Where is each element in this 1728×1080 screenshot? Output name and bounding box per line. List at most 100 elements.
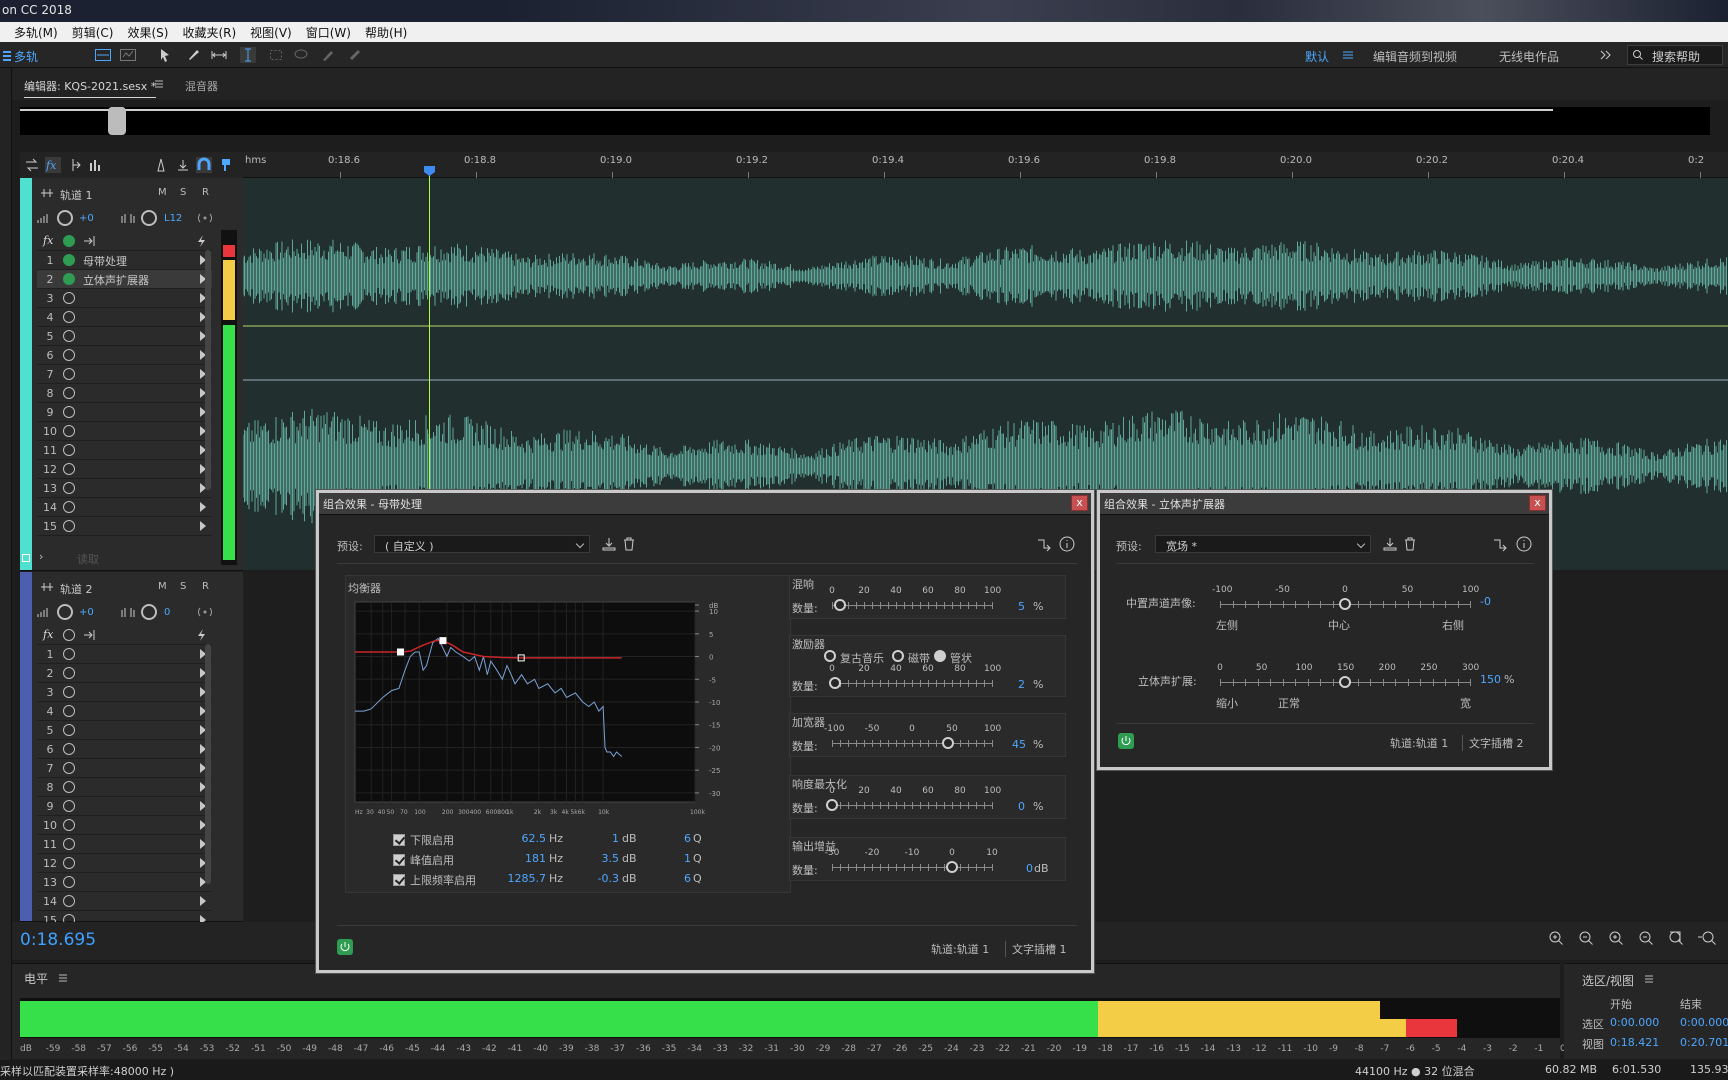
fx-slot-6[interactable]: 6 <box>37 740 212 759</box>
fx-slot-11[interactable]: 11 <box>37 835 212 854</box>
track-2-header[interactable]: 轨道 2 M S R +0 0 fx 1 2 3 4 5 6 7 8 9 10 11 12 13 14 15 <box>20 572 243 930</box>
fx-slot-5[interactable]: 5 <box>37 721 212 740</box>
exciter-mode-tube-radio[interactable] <box>934 650 946 662</box>
stereo-power-button[interactable] <box>1118 733 1134 749</box>
effects-rack-toggle-icon[interactable]: fx <box>45 157 61 173</box>
slider-knob[interactable] <box>1339 598 1351 610</box>
fx-slot-11[interactable]: 11 <box>37 441 212 460</box>
info-icon[interactable] <box>1059 536 1075 552</box>
eq-view-icon[interactable] <box>88 157 104 173</box>
fx-slot-4[interactable]: 4 <box>37 308 212 327</box>
fx-slot-8[interactable]: 8 <box>37 384 212 403</box>
save-preset-icon[interactable] <box>1382 536 1398 552</box>
reverb-value[interactable]: 5 <box>1018 600 1025 613</box>
menu-window[interactable]: 窗口(W) <box>300 24 359 41</box>
metronome-icon[interactable] <box>153 157 169 173</box>
view-start-value[interactable]: 0:18.421 <box>1610 1036 1659 1049</box>
track-1-header[interactable]: 轨道 1 M S R +0 L12 fx 1 母带处理 2 立体声扩展器 3 4 5 6 7 8 9… <box>20 178 243 571</box>
slider-knob[interactable] <box>946 861 958 873</box>
menu-effects[interactable]: 效果(S) <box>121 24 176 41</box>
lasso-tool-icon[interactable] <box>293 47 309 63</box>
fx-slot-menu-arrow-icon[interactable] <box>200 521 206 531</box>
snap-icon[interactable] <box>196 157 212 173</box>
slider-knob[interactable] <box>826 799 838 811</box>
fx-slot-9[interactable]: 9 <box>37 403 212 422</box>
fx-slot-7[interactable]: 7 <box>37 759 212 778</box>
slider-knob[interactable] <box>1339 676 1351 688</box>
workspace-radio-production[interactable]: 无线电作品 <box>1499 48 1559 65</box>
output-gain-slider[interactable]: -30 -20 -10 0 10 <box>825 848 998 874</box>
menu-help[interactable]: 帮助(H) <box>359 24 415 41</box>
center-pan-slider[interactable]: -100 -50 0 50 100 <box>1212 585 1479 611</box>
fx-slot-power-icon[interactable] <box>63 762 75 774</box>
fx-slot-power-icon[interactable] <box>63 819 75 831</box>
exciter-value[interactable]: 2 <box>1018 678 1025 691</box>
brush-tool-icon[interactable] <box>320 47 336 63</box>
track-1-pan-knob[interactable] <box>141 210 157 226</box>
zoom-full-icon[interactable] <box>1698 931 1716 945</box>
zoom-out-amplitude-icon[interactable] <box>1579 931 1593 945</box>
track-1-pan-value[interactable]: L12 <box>164 213 182 224</box>
band-enable-checkbox[interactable] <box>393 834 405 846</box>
output-gain-value[interactable]: 0 <box>1026 862 1033 875</box>
band-gain-value[interactable]: 1 <box>591 832 619 845</box>
fx-slot-power-icon[interactable] <box>63 463 75 475</box>
slider-knob[interactable] <box>834 599 846 611</box>
loudness-value[interactable]: 0 <box>1018 800 1025 813</box>
skip-selection-icon[interactable] <box>175 157 191 173</box>
fx-rack-power-icon[interactable] <box>63 235 75 247</box>
expand-arrow-icon[interactable]: › <box>39 550 43 563</box>
eq-band-handle[interactable] <box>439 637 447 645</box>
mastering-close-button[interactable]: x <box>1071 495 1088 511</box>
selection-view-menu-icon[interactable] <box>1644 974 1654 984</box>
stereo-expander-dialog[interactable]: 组合效果 - 立体声扩展器 x 预设: 宽场 * 中置声道声像: -100 -50… <box>1097 490 1552 770</box>
routing-icon[interactable] <box>1492 536 1508 552</box>
band-q-value[interactable]: 6 <box>681 832 691 845</box>
fx-slot-power-icon[interactable] <box>63 311 75 323</box>
healing-tool-icon[interactable] <box>347 47 363 63</box>
track-1-solo-button[interactable]: S <box>180 187 186 198</box>
fx-slot-power-icon[interactable] <box>63 857 75 869</box>
track-2-pan-knob[interactable] <box>141 604 157 620</box>
selection-end-value[interactable]: 0:00.000 <box>1680 1016 1728 1029</box>
stereo-width-value[interactable]: 150 <box>1480 673 1501 686</box>
fx-slot-13[interactable]: 13 <box>37 479 212 498</box>
mastering-dialog-titlebar[interactable]: 组合效果 - 母带处理 x <box>319 493 1091 515</box>
timeline-ruler[interactable]: hms 0:18.6 0:18.8 0:19.0 0:19.2 0:19.4 0:19.6… <box>243 152 1728 178</box>
fx-slot-8[interactable]: 8 <box>37 778 212 797</box>
fx-lightning-icon[interactable] <box>195 234 207 248</box>
track-2-volume-knob[interactable] <box>57 604 73 620</box>
multitrack-mode-icon[interactable] <box>2 47 12 63</box>
mixer-tab[interactable]: 混音器 <box>185 78 218 94</box>
editor-tab[interactable]: 编辑器: KQS-2021.sesx * <box>24 78 157 98</box>
track-2-mute-button[interactable]: M <box>158 581 167 592</box>
session-overview[interactable] <box>20 107 1710 135</box>
workspace-menu-icon[interactable] <box>1340 47 1356 63</box>
waveform-view-icon[interactable] <box>95 47 111 63</box>
fx-slot-power-icon[interactable] <box>63 743 75 755</box>
track-1-mute-button[interactable]: M <box>158 187 167 198</box>
track-1-volume-knob[interactable] <box>57 210 73 226</box>
exciter-mode-retro-radio[interactable] <box>824 650 836 662</box>
fx-slot-14[interactable]: 14 <box>37 498 212 517</box>
fx-slot-menu-arrow-icon[interactable] <box>200 896 206 906</box>
track-2-solo-button[interactable]: S <box>180 581 186 592</box>
menu-view[interactable]: 视图(V) <box>244 24 300 41</box>
marquee-tool-icon[interactable] <box>268 47 284 63</box>
menu-favorites[interactable]: 收藏夹(R) <box>176 24 244 41</box>
fx-slot-power-icon[interactable] <box>63 501 75 513</box>
slider-knob[interactable] <box>942 737 954 749</box>
fx-slot-power-icon[interactable] <box>63 482 75 494</box>
stereo-dialog-titlebar[interactable]: 组合效果 - 立体声扩展器 x <box>1100 493 1549 515</box>
fx-slot-power-icon[interactable] <box>63 330 75 342</box>
loudness-slider[interactable]: 0 20 40 60 80 100 <box>826 786 1001 812</box>
track-2-monitor-icon[interactable] <box>196 606 214 618</box>
fx-slot-14[interactable]: 14 <box>37 892 212 911</box>
fx-slot-power-icon[interactable] <box>63 895 75 907</box>
pre-post-fader-icon[interactable] <box>83 235 97 247</box>
delete-preset-icon[interactable] <box>1402 536 1418 552</box>
band-frequency-value[interactable]: 62.5 <box>506 832 547 845</box>
stereo-preset-dropdown[interactable]: 宽场 * <box>1155 535 1371 553</box>
info-icon[interactable] <box>1516 536 1532 552</box>
track-2-pan-value[interactable]: 0 <box>164 607 170 618</box>
